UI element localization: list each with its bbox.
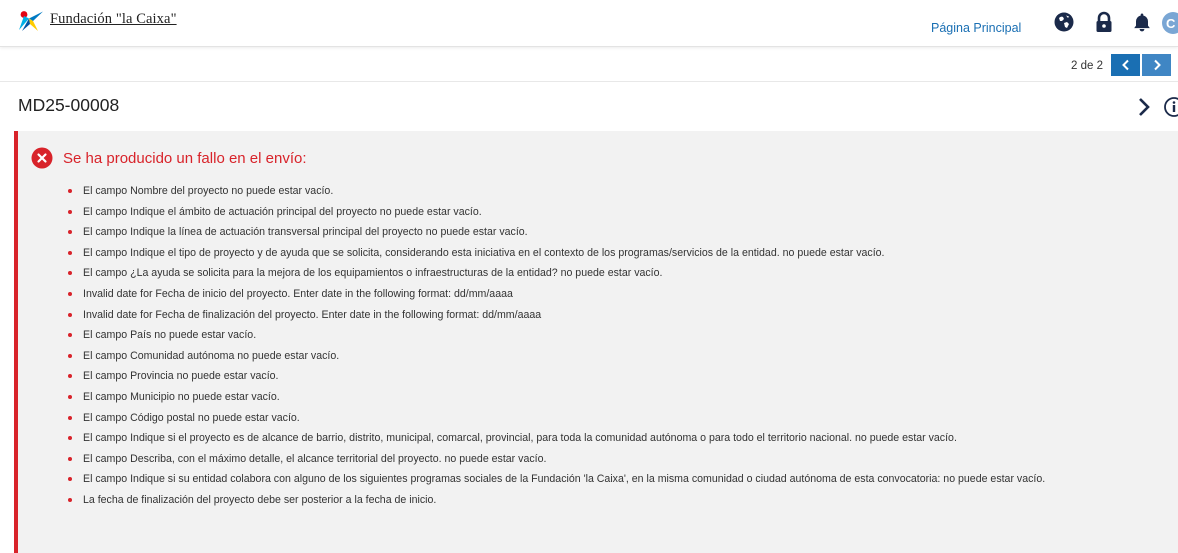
error-item: El campo Comunidad autónoma no puede est… (18, 349, 1178, 370)
home-link[interactable]: Página Principal (931, 21, 1021, 35)
pager-row: 2 de 2 (0, 48, 1178, 82)
error-item: La fecha de finalización del proyecto de… (18, 493, 1178, 514)
error-item: El campo Nombre del proyecto no puede es… (18, 184, 1178, 205)
error-item: El campo Código postal no puede estar va… (18, 411, 1178, 432)
error-item: El campo Municipio no puede estar vacío. (18, 390, 1178, 411)
expand-chevron-icon[interactable] (1134, 96, 1154, 118)
star-logo-icon (19, 11, 43, 31)
top-header: Fundación "la Caixa" Página Principal C (0, 0, 1178, 47)
pager-count: 2 de 2 (1071, 60, 1103, 72)
error-alert: Se ha producido un fallo en el envío: El… (14, 131, 1178, 553)
error-item: El campo Provincia no puede estar vacío. (18, 369, 1178, 390)
user-avatar[interactable]: C (1162, 12, 1178, 34)
error-item: El campo Indique si el proyecto es de al… (18, 431, 1178, 452)
error-item: Invalid date for Fecha de inicio del pro… (18, 287, 1178, 308)
logo-text: Fundación "la Caixa" (50, 10, 177, 27)
record-header: MD25-00008 (0, 83, 1178, 131)
bell-icon[interactable] (1131, 11, 1153, 33)
next-button[interactable] (1142, 54, 1171, 76)
error-item: El campo País no puede estar vacío. (18, 328, 1178, 349)
alert-header: Se ha producido un fallo en el envío: (31, 147, 307, 169)
error-item: El campo Indique el ámbito de actuación … (18, 205, 1178, 226)
error-item: El campo Describa, con el máximo detalle… (18, 452, 1178, 473)
lock-icon[interactable] (1093, 11, 1115, 33)
error-item: El campo Indique la línea de actuación t… (18, 225, 1178, 246)
alert-title: Se ha producido un fallo en el envío: (63, 149, 307, 167)
error-item: El campo Indique el tipo de proyecto y d… (18, 246, 1178, 267)
error-item: El campo Indique si su entidad colabora … (18, 472, 1178, 493)
chevron-right-icon (1153, 59, 1161, 71)
avatar-initial: C (1166, 15, 1176, 31)
error-item: Invalid date for Fecha de finalización d… (18, 308, 1178, 329)
error-circle-icon (31, 147, 53, 169)
previous-button[interactable] (1111, 54, 1140, 76)
error-list: El campo Nombre del proyecto no puede es… (18, 184, 1178, 514)
record-id: MD25-00008 (18, 95, 120, 115)
globe-icon[interactable] (1053, 11, 1075, 33)
logo[interactable]: Fundación "la Caixa" (18, 10, 177, 32)
chevron-left-icon (1121, 59, 1129, 71)
info-icon[interactable] (1163, 96, 1178, 118)
error-item: El campo ¿La ayuda se solicita para la m… (18, 266, 1178, 287)
